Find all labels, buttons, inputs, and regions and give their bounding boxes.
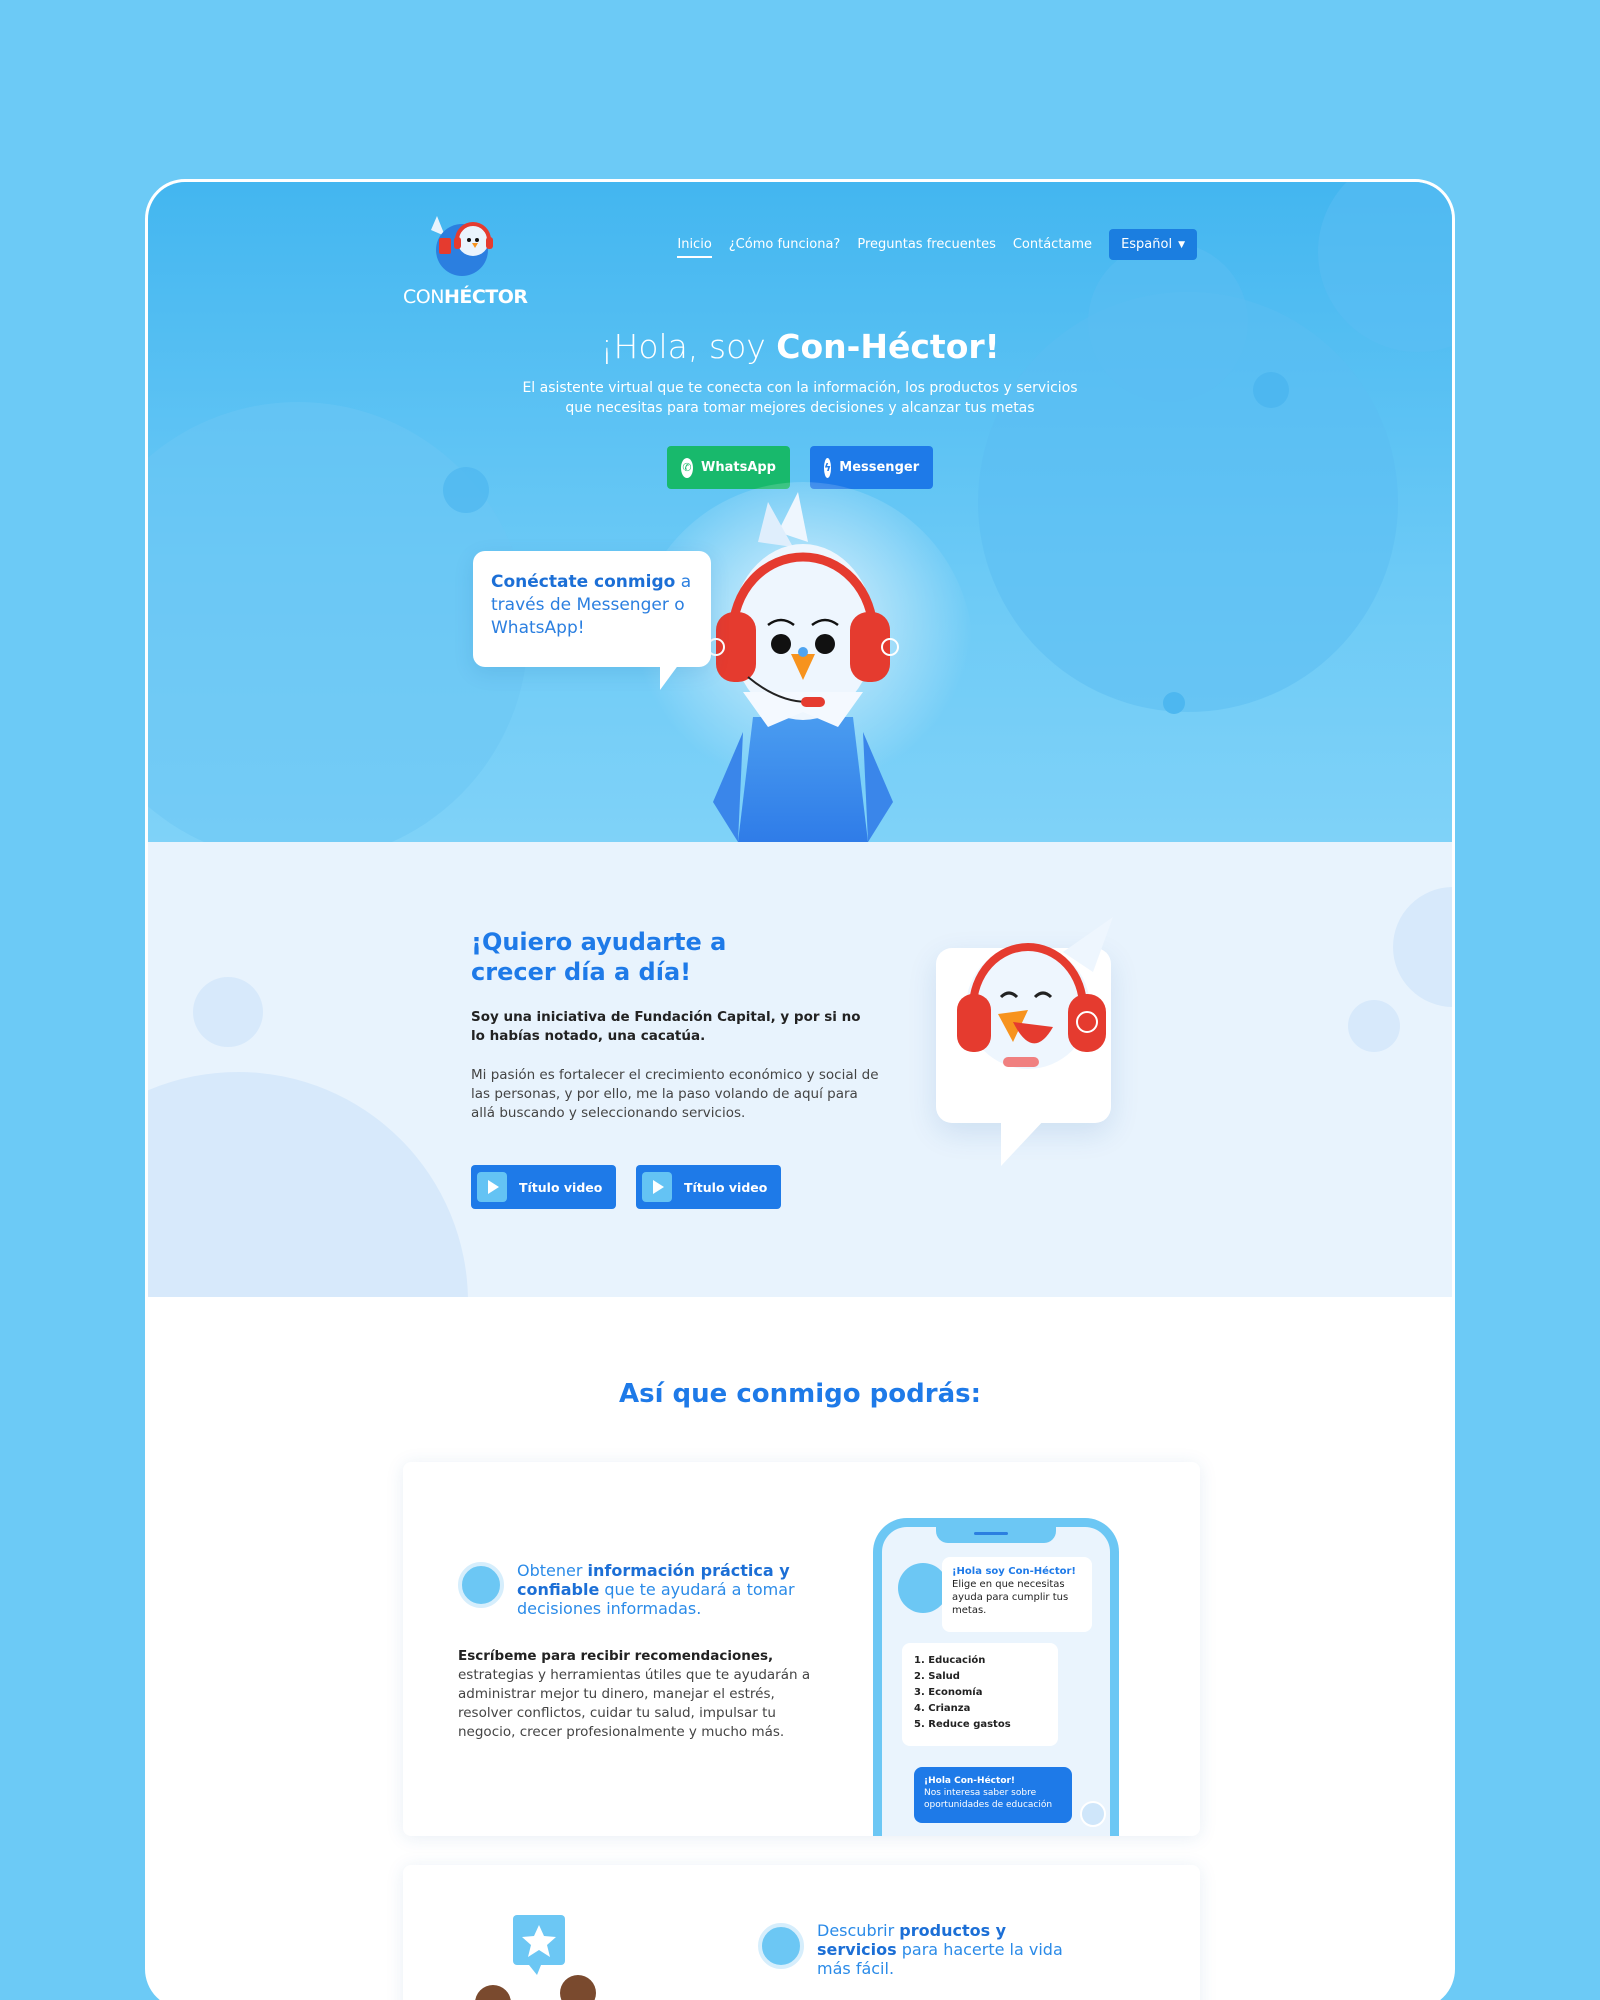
option-item[interactable]: 4. Crianza	[914, 1701, 1046, 1717]
about-lead: Soy una iniciativa de Fundación Capital,…	[471, 1009, 861, 1044]
people-star-illustration	[475, 1915, 596, 2000]
bg-dot	[1253, 372, 1289, 408]
logo-text: CONHÉCTOR	[403, 286, 528, 308]
about-section: ¡Quiero ayudarte a crecer día a día! Soy…	[148, 842, 1452, 1297]
hero-subtitle: El asistente virtual que te conecta con …	[522, 380, 1078, 416]
nav-como-funciona[interactable]: ¿Cómo funciona?	[729, 237, 841, 252]
logo-cockatoo-icon	[431, 216, 493, 276]
option-item[interactable]: 5. Reduce gastos	[914, 1717, 1046, 1733]
option-item[interactable]: 2. Salud	[914, 1669, 1046, 1685]
play-icon	[642, 1172, 672, 1202]
language-dropdown[interactable]: Español ▼	[1109, 229, 1197, 260]
main-nav: Inicio ¿Cómo funciona? Preguntas frecuen…	[677, 229, 1197, 260]
bot-message-title: ¡Hola soy Con-Héctor!	[952, 1566, 1076, 1577]
logo[interactable]: CONHÉCTOR	[403, 210, 533, 308]
options-message: 1. Educación 2. Salud 3. Economía 4. Cri…	[902, 1643, 1058, 1746]
hector-avatar-icon	[758, 1923, 804, 1969]
about-body: Mi pasión es fortalecer el crecimiento e…	[471, 1067, 879, 1121]
whatsapp-label: WhatsApp	[701, 460, 776, 475]
bot-message: ¡Hola soy Con-Héctor! Elige en que neces…	[942, 1557, 1092, 1632]
hero-section: CONHÉCTOR Inicio ¿Cómo funciona? Pregunt…	[148, 182, 1452, 842]
feature-title: Descubrir productos y servicios para hac…	[817, 1921, 1063, 1978]
bg-dot	[193, 977, 263, 1047]
browser-frame: CONHÉCTOR Inicio ¿Cómo funciona? Pregunt…	[145, 179, 1455, 2000]
chevron-down-icon: ▼	[1178, 239, 1185, 250]
feature-card-information: Obtener información práctica y confiable…	[403, 1462, 1200, 1836]
whatsapp-icon: ✆	[681, 457, 693, 478]
user-message-title: ¡Hola Con-Héctor!	[924, 1776, 1016, 1786]
user-message: ¡Hola Con-Héctor! Nos interesa saber sob…	[914, 1767, 1072, 1823]
laughing-hector-illustration	[957, 917, 1113, 1069]
user-avatar-icon	[1080, 1801, 1106, 1827]
feature-description: Escríbeme para recibir recomendaciones, …	[458, 1648, 811, 1740]
about-title: ¡Quiero ayudarte a crecer día a día!	[471, 928, 727, 986]
bg-dot	[1163, 692, 1185, 714]
hero-title: ¡Hola, soy Con-Héctor!	[600, 327, 1000, 366]
hector-chat-avatar	[898, 1563, 948, 1613]
video-button-2[interactable]: Título video	[636, 1165, 781, 1209]
bot-message-body: Elige en que necesitas ayuda para cumpli…	[952, 1579, 1069, 1616]
phone-notch	[936, 1525, 1056, 1543]
nav-inicio[interactable]: Inicio	[677, 237, 713, 258]
option-item[interactable]: 3. Economía	[914, 1685, 1046, 1701]
speech-bubble-tail	[660, 660, 682, 690]
features-title: Así que conmigo podrás:	[618, 1379, 981, 1409]
video-button-label: Título video	[519, 1179, 603, 1195]
feature-title: Obtener información práctica y confiable…	[517, 1561, 795, 1618]
bg-dot	[1348, 1000, 1400, 1052]
speech-bubble: Conéctate conmigo a través de Messenger …	[473, 551, 711, 667]
messenger-icon: ϟ	[824, 457, 832, 478]
video-button-1[interactable]: Título video	[471, 1165, 616, 1209]
bg-dot	[443, 467, 489, 513]
bg-circle	[148, 1072, 468, 1297]
features-section: Así que conmigo podrás: Obtener informac…	[148, 1297, 1452, 2000]
feature-card-products: Descubrir productos y servicios para hac…	[403, 1865, 1200, 2000]
user-message-body: Nos interesa saber sobre oportunidades d…	[924, 1788, 1053, 1810]
messenger-label: Messenger	[839, 460, 920, 475]
card-tail	[1001, 1118, 1046, 1166]
nav-contactame[interactable]: Contáctame	[1013, 237, 1092, 252]
bg-circle	[1088, 242, 1248, 402]
nav-preguntas-frecuentes[interactable]: Preguntas frecuentes	[857, 237, 996, 252]
bg-circle	[1393, 887, 1452, 1007]
video-button-label: Título video	[684, 1179, 768, 1195]
hector-avatar-icon	[458, 1562, 504, 1608]
phone-mockup: ¡Hola soy Con-Héctor! Elige en que neces…	[873, 1518, 1119, 1836]
language-label: Español	[1121, 237, 1173, 252]
play-icon	[477, 1172, 507, 1202]
option-item[interactable]: 1. Educación	[914, 1653, 1046, 1669]
